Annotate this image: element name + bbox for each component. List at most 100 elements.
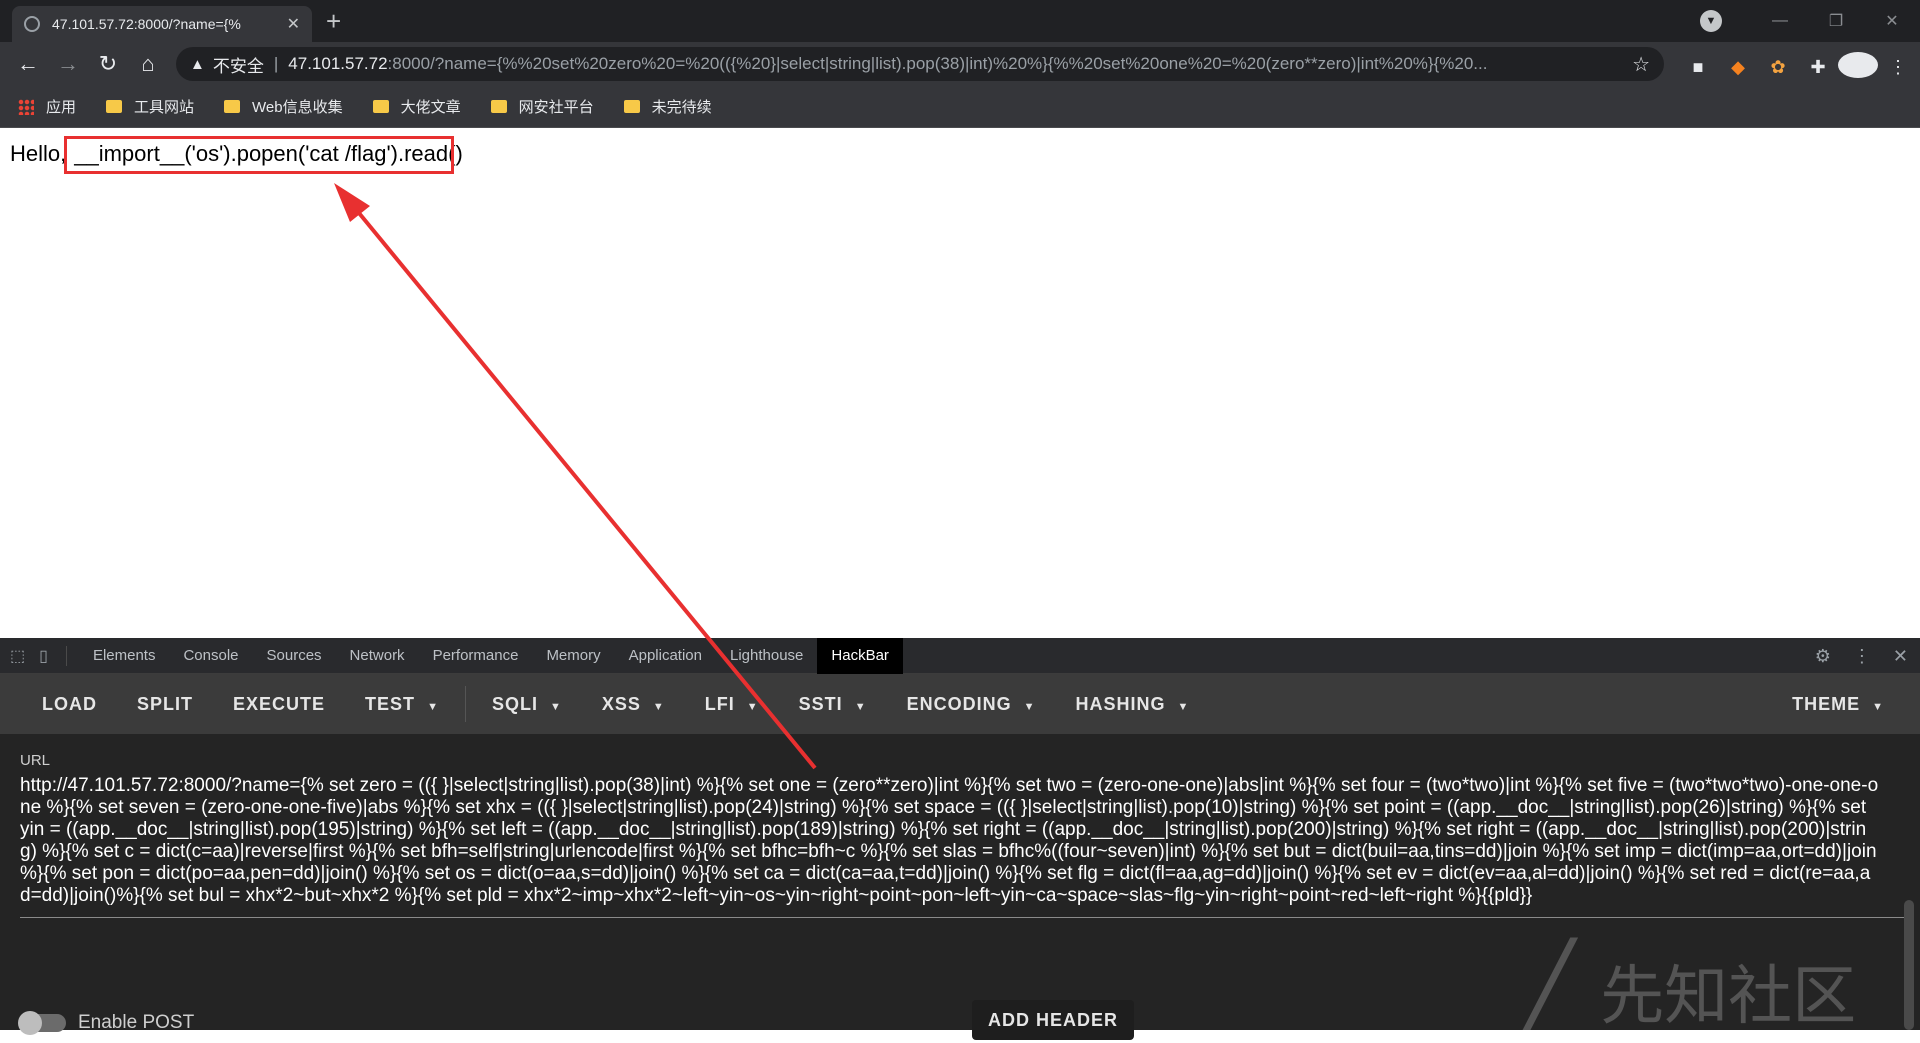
execute-button[interactable]: EXECUTE — [213, 694, 345, 715]
gear-icon[interactable]: ⚙ — [1815, 646, 1831, 667]
puzzle-icon[interactable]: ✚ — [1798, 57, 1838, 78]
home-icon[interactable]: ⌂ — [128, 51, 168, 77]
tab-console[interactable]: Console — [169, 638, 252, 674]
caret-down-icon: ▼ — [652, 700, 665, 713]
test-dropdown[interactable]: TEST ▼ — [345, 694, 459, 715]
url-host: 47.101.57.72 — [288, 54, 388, 73]
bookmark-label: 网安社平台 — [518, 99, 594, 116]
browser-tab[interactable]: 47.101.57.72:8000/?name={% ✕ — [12, 6, 312, 42]
tab-network[interactable]: Network — [336, 638, 419, 674]
tab-memory[interactable]: Memory — [532, 638, 614, 674]
highlight-box — [64, 136, 454, 174]
caret-down-icon: ▼ — [1177, 700, 1190, 713]
tab-strip: 47.101.57.72:8000/?name={% ✕ + ▼ — ❐ ✕ — [0, 0, 1920, 42]
bookmark-folder[interactable]: 大佬文章 — [372, 96, 461, 117]
sqli-dropdown[interactable]: SQLI ▼ — [472, 694, 582, 715]
back-arrow-icon[interactable]: ← — [8, 51, 48, 77]
tab-close-icon[interactable]: ✕ — [287, 14, 300, 34]
tab-performance[interactable]: Performance — [419, 638, 533, 674]
address-bar[interactable]: ▲ 不安全 | 47.101.57.72:8000/?name={%%20set… — [176, 47, 1664, 81]
bookmark-folder[interactable]: Web信息收集 — [224, 96, 343, 117]
bookmarks-bar: 应用 工具网站 Web信息收集 大佬文章 网安社平台 未完待续 — [0, 86, 1920, 128]
sqli-label: SQLI — [491, 693, 538, 714]
bookmark-folder[interactable]: 工具网站 — [106, 96, 194, 117]
bookmark-apps[interactable]: 应用 — [18, 96, 76, 117]
toggle-knob — [18, 1011, 42, 1035]
minimize-button[interactable]: — — [1752, 12, 1808, 30]
caret-down-icon: ▼ — [1023, 700, 1036, 713]
enable-post-label: Enable POST — [78, 1012, 195, 1033]
bookmark-folder[interactable]: 网安社平台 — [490, 96, 594, 117]
encoding-label: ENCODING — [906, 693, 1012, 714]
toggle-switch[interactable] — [18, 1011, 66, 1035]
lfi-dropdown[interactable]: LFI ▼ — [685, 694, 779, 715]
extension-icon[interactable]: ■ — [1678, 57, 1718, 78]
ublock-icon[interactable]: ◆ — [1718, 57, 1758, 78]
extensions-area: ■ ◆ ✿ ✚ ⋮ — [1678, 52, 1918, 83]
devtools-panel: ⬚ ▯ Elements Console Sources Network Per… — [0, 637, 1920, 1043]
bookmark-folder[interactable]: 未完待续 — [623, 96, 712, 117]
devtools-tab-bar: ⬚ ▯ Elements Console Sources Network Per… — [0, 637, 1920, 674]
globe-icon — [24, 16, 40, 32]
browser-toolbar: ← → ↻ ⌂ ▲ 不安全 | 47.101.57.72:8000/?name=… — [0, 42, 1920, 86]
close-icon[interactable]: ✕ — [1893, 646, 1908, 667]
split-button[interactable]: SPLIT — [117, 694, 213, 715]
xss-label: XSS — [601, 693, 641, 714]
add-header-button[interactable]: ADD HEADER — [972, 1000, 1134, 1040]
caret-down-icon: ▼ — [1872, 701, 1884, 713]
apps-grid-icon — [18, 98, 34, 115]
bookmark-star-icon[interactable]: ☆ — [1632, 52, 1650, 77]
ssti-dropdown[interactable]: SSTI ▼ — [779, 694, 887, 715]
new-tab-button[interactable]: + — [326, 8, 341, 34]
folder-icon — [106, 100, 123, 113]
device-toolbar-icon[interactable]: ▯ — [39, 646, 48, 666]
folder-icon — [490, 100, 507, 113]
theme-dropdown[interactable]: THEME ▼ — [1792, 674, 1884, 734]
hashing-label: HASHING — [1075, 693, 1166, 714]
folder-icon — [224, 100, 241, 113]
reload-icon[interactable]: ↻ — [88, 51, 128, 77]
bookmark-label: Web信息收集 — [252, 99, 343, 116]
warning-icon[interactable]: ▲ — [190, 56, 205, 73]
tab-hackbar[interactable]: HackBar — [817, 637, 903, 674]
page-content: Hello, __import__('os').popen('cat /flag'… — [0, 129, 1920, 638]
hackbar-toolbar: LOAD SPLIT EXECUTE TEST ▼ SQLI ▼ XSS ▼ LFI ▼… — [0, 674, 1920, 734]
test-label: TEST — [365, 693, 416, 714]
tab-lighthouse[interactable]: Lighthouse — [716, 638, 817, 674]
security-label[interactable]: 不安全 — [213, 52, 264, 77]
url-field-label: URL — [20, 752, 51, 769]
kebab-menu-icon[interactable]: ⋮ — [1878, 57, 1918, 78]
encoding-dropdown[interactable]: ENCODING ▼ — [887, 694, 1056, 715]
ssti-label: SSTI — [798, 693, 843, 714]
close-window-button[interactable]: ✕ — [1864, 11, 1920, 31]
xss-dropdown[interactable]: XSS ▼ — [582, 694, 685, 715]
caret-down-icon: ▼ — [854, 700, 867, 713]
url-textarea[interactable]: http://47.101.57.72:8000/?name={% set ze… — [20, 775, 1880, 907]
caret-down-icon: ▼ — [549, 700, 562, 713]
maximize-button[interactable]: ❐ — [1808, 11, 1864, 31]
lfi-label: LFI — [704, 693, 735, 714]
inspect-element-icon[interactable]: ⬚ — [10, 646, 25, 666]
scrollbar[interactable] — [1904, 900, 1914, 1030]
hackbar-body: URL http://47.101.57.72:8000/?name={% se… — [0, 734, 1920, 918]
hello-prefix: Hello, — [10, 141, 67, 166]
profile-avatar[interactable] — [1838, 52, 1878, 83]
folder-icon — [372, 100, 389, 113]
tab-sources[interactable]: Sources — [253, 638, 336, 674]
bookmark-label: 大佬文章 — [400, 99, 461, 116]
tab-elements[interactable]: Elements — [79, 638, 170, 674]
url-text[interactable]: 47.101.57.72:8000/?name={%%20set%20zero%… — [288, 54, 1622, 74]
hashing-dropdown[interactable]: HASHING ▼ — [1055, 694, 1209, 715]
bookmark-label: 工具网站 — [134, 99, 195, 116]
theme-label: THEME — [1792, 694, 1861, 714]
cookie-extension-icon[interactable]: ✿ — [1758, 57, 1798, 78]
tab-search-icon[interactable]: ▼ — [1700, 10, 1722, 32]
kebab-menu-icon[interactable]: ⋮ — [1853, 646, 1871, 667]
tab-application[interactable]: Application — [615, 638, 716, 674]
load-button[interactable]: LOAD — [22, 694, 117, 715]
folder-icon — [623, 100, 640, 113]
forward-arrow-icon[interactable]: → — [48, 51, 88, 77]
xianzhi-logo-icon: ╱ — [1520, 938, 1575, 1043]
tab-title: 47.101.57.72:8000/?name={% — [52, 16, 241, 32]
enable-post-toggle[interactable]: Enable POST — [18, 1011, 195, 1035]
